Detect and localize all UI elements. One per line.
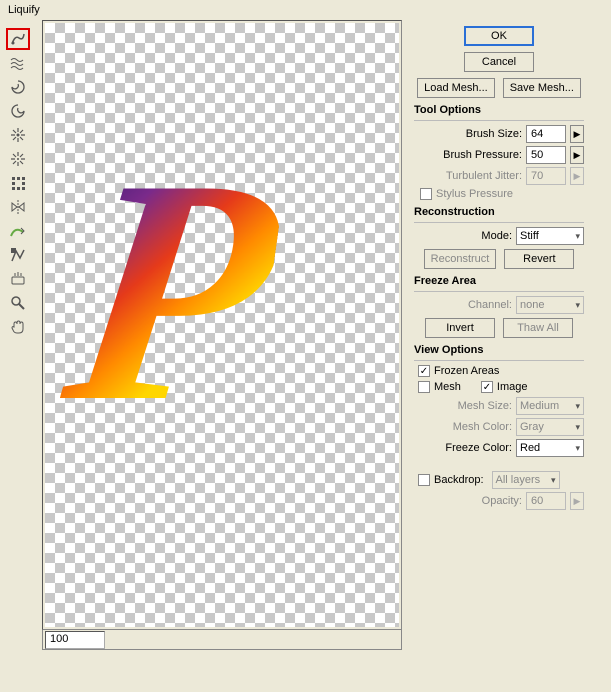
twirl-cw-tool[interactable]	[6, 76, 30, 98]
tool-toolbar	[6, 20, 38, 650]
reconstruct-button: Reconstruct	[424, 249, 497, 269]
canvas[interactable]: P	[45, 23, 399, 627]
revert-button[interactable]: Revert	[504, 249, 574, 269]
chevron-down-icon: ▾	[575, 422, 580, 433]
options-panel: OK Cancel Load Mesh... Save Mesh... Tool…	[414, 20, 584, 650]
reconstruct-tool[interactable]	[6, 220, 30, 242]
turbulent-jitter-input: 70	[526, 167, 566, 185]
zoom-bar: 100	[42, 630, 402, 650]
canvas-artwork: P	[57, 163, 288, 419]
checkbox-checked-icon: ✓	[481, 381, 493, 393]
chevron-down-icon: ▾	[575, 300, 580, 311]
bloat-tool[interactable]	[6, 148, 30, 170]
mesh-check[interactable]: Mesh	[418, 381, 461, 393]
opacity-input: 60	[526, 492, 566, 510]
mesh-size-select: Medium▾	[516, 397, 584, 415]
checkbox-icon	[418, 381, 430, 393]
brush-pressure-arrow[interactable]: ▶	[570, 146, 584, 164]
frozen-areas-check[interactable]: ✓ Frozen Areas	[414, 365, 584, 377]
chevron-down-icon: ▾	[551, 475, 556, 486]
ok-button[interactable]: OK	[464, 26, 534, 46]
freeze-area-heading: Freeze Area	[414, 275, 584, 287]
cancel-button[interactable]: Cancel	[464, 52, 534, 72]
reconstruction-heading: Reconstruction	[414, 206, 584, 218]
load-mesh-button[interactable]: Load Mesh...	[417, 78, 495, 98]
brush-pressure-input[interactable]: 50	[526, 146, 566, 164]
turbulence-tool[interactable]	[6, 52, 30, 74]
turbulent-jitter-label: Turbulent Jitter:	[446, 170, 522, 182]
zoom-tool[interactable]	[6, 292, 30, 314]
image-check[interactable]: ✓ Image	[481, 381, 528, 393]
mesh-size-label: Mesh Size:	[458, 400, 512, 412]
mesh-color-select: Gray▾	[516, 418, 584, 436]
opacity-label: Opacity:	[482, 495, 522, 507]
warp-tool[interactable]	[6, 28, 30, 50]
freeze-tool[interactable]	[6, 244, 30, 266]
reflection-tool[interactable]	[6, 196, 30, 218]
chevron-down-icon: ▾	[575, 231, 580, 242]
mode-select[interactable]: Stiff▾	[516, 227, 584, 245]
backdrop-select: All layers▾	[492, 471, 560, 489]
mode-label: Mode:	[481, 230, 512, 242]
opacity-arrow: ▶	[570, 492, 584, 510]
freeze-color-label: Freeze Color:	[445, 442, 512, 454]
canvas-frame: P	[42, 20, 402, 630]
shift-pixels-tool[interactable]	[6, 172, 30, 194]
pucker-tool[interactable]	[6, 124, 30, 146]
chevron-down-icon: ▾	[575, 443, 580, 454]
invert-button[interactable]: Invert	[425, 318, 495, 338]
dialog-title: Liquify	[0, 0, 611, 20]
stylus-pressure-check: Stylus Pressure	[420, 188, 513, 200]
twirl-ccw-tool[interactable]	[6, 100, 30, 122]
freeze-color-select[interactable]: Red▾	[516, 439, 584, 457]
view-options-heading: View Options	[414, 344, 584, 356]
brush-size-arrow[interactable]: ▶	[570, 125, 584, 143]
brush-size-label: Brush Size:	[466, 128, 522, 140]
zoom-input[interactable]: 100	[45, 631, 105, 649]
checkbox-icon	[418, 474, 430, 486]
thaw-all-button: Thaw All	[503, 318, 573, 338]
save-mesh-button[interactable]: Save Mesh...	[503, 78, 581, 98]
chevron-down-icon: ▾	[575, 401, 580, 412]
turbulent-jitter-arrow: ▶	[570, 167, 584, 185]
thaw-tool[interactable]	[6, 268, 30, 290]
stylus-pressure-checkbox-icon	[420, 188, 432, 200]
brush-size-input[interactable]: 64	[526, 125, 566, 143]
backdrop-check[interactable]: Backdrop:	[418, 474, 484, 486]
tool-options-heading: Tool Options	[414, 104, 584, 116]
checkbox-checked-icon: ✓	[418, 365, 430, 377]
brush-pressure-label: Brush Pressure:	[443, 149, 522, 161]
mesh-color-label: Mesh Color:	[453, 421, 512, 433]
channel-select: none▾	[516, 296, 584, 314]
hand-tool[interactable]	[6, 316, 30, 338]
channel-label: Channel:	[468, 299, 512, 311]
